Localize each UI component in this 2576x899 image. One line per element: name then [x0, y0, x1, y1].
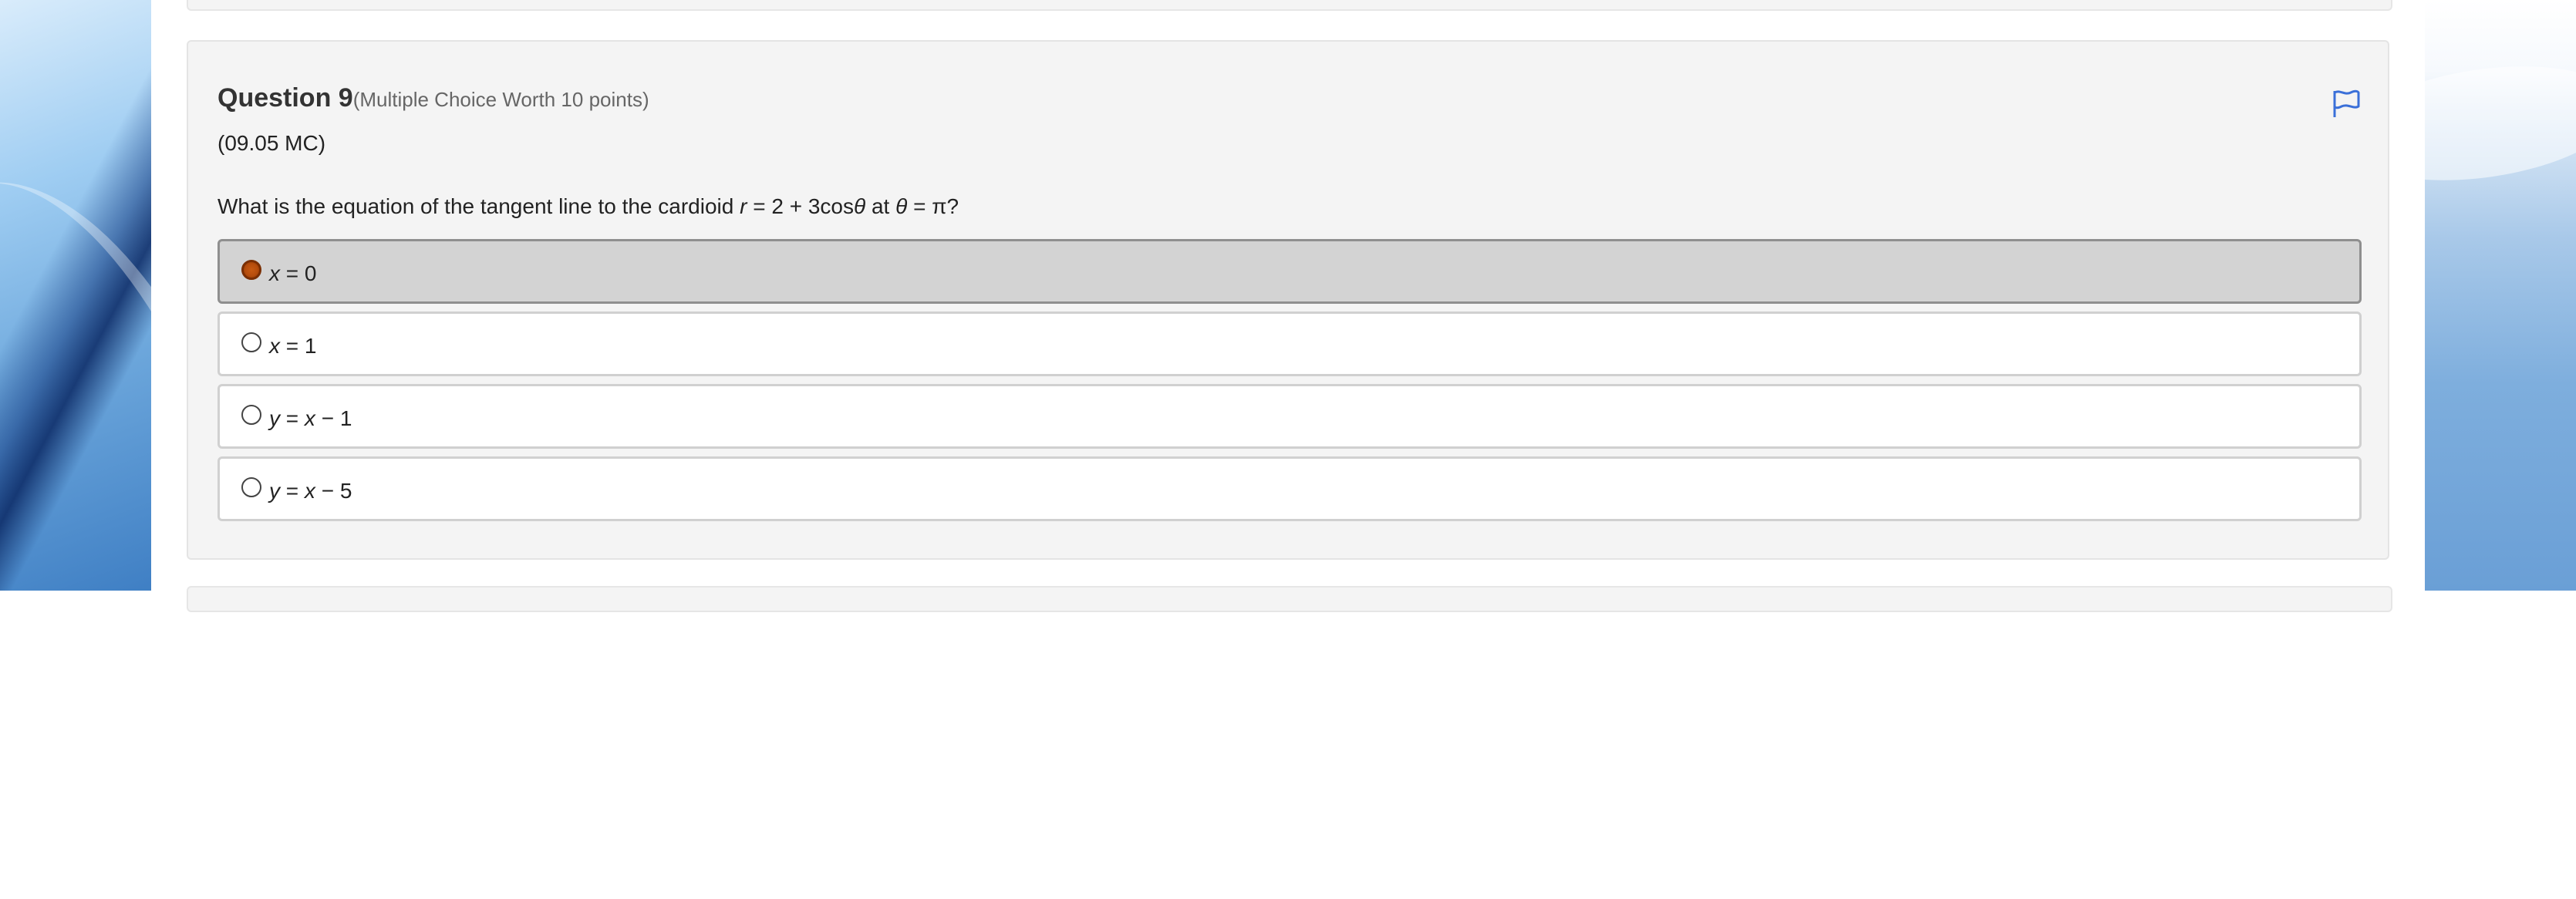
next-question-card — [187, 586, 2392, 612]
answer-option[interactable]: y = x − 1 — [217, 384, 2362, 449]
question-header: Question 9 (Multiple Choice Worth 10 poi… — [217, 83, 649, 113]
question-title: Question 9 — [217, 83, 353, 113]
page-content: Question 9 (Multiple Choice Worth 10 poi… — [151, 0, 2425, 612]
background-right-decoration — [2425, 0, 2576, 591]
answer-option-label: x = 1 — [269, 334, 317, 358]
radio-button[interactable] — [241, 332, 261, 352]
answer-option[interactable]: x = 0 — [217, 239, 2362, 304]
previous-question-card — [187, 0, 2392, 11]
answer-options: x = 0 x = 1 y = x − 1 y = x − 5 — [217, 239, 2362, 529]
flag-icon — [2333, 89, 2360, 117]
answer-option-label: y = x − 1 — [269, 406, 352, 430]
radio-button-selected[interactable] — [241, 260, 261, 280]
radio-button[interactable] — [241, 405, 261, 425]
question-prompt: What is the equation of the tangent line… — [217, 194, 959, 218]
answer-option-label: y = x − 5 — [269, 479, 352, 503]
answer-option[interactable]: x = 1 — [217, 311, 2362, 376]
question-type-worth: (Multiple Choice Worth 10 points) — [352, 88, 649, 111]
answer-option-label: x = 0 — [269, 261, 317, 285]
radio-button[interactable] — [241, 477, 261, 497]
flag-question-button[interactable] — [2331, 88, 2362, 119]
question-card: Question 9 (Multiple Choice Worth 10 poi… — [187, 40, 2389, 560]
question-code: (09.05 MC) — [217, 131, 326, 155]
answer-option[interactable]: y = x − 5 — [217, 456, 2362, 521]
background-left-decoration — [0, 0, 151, 591]
